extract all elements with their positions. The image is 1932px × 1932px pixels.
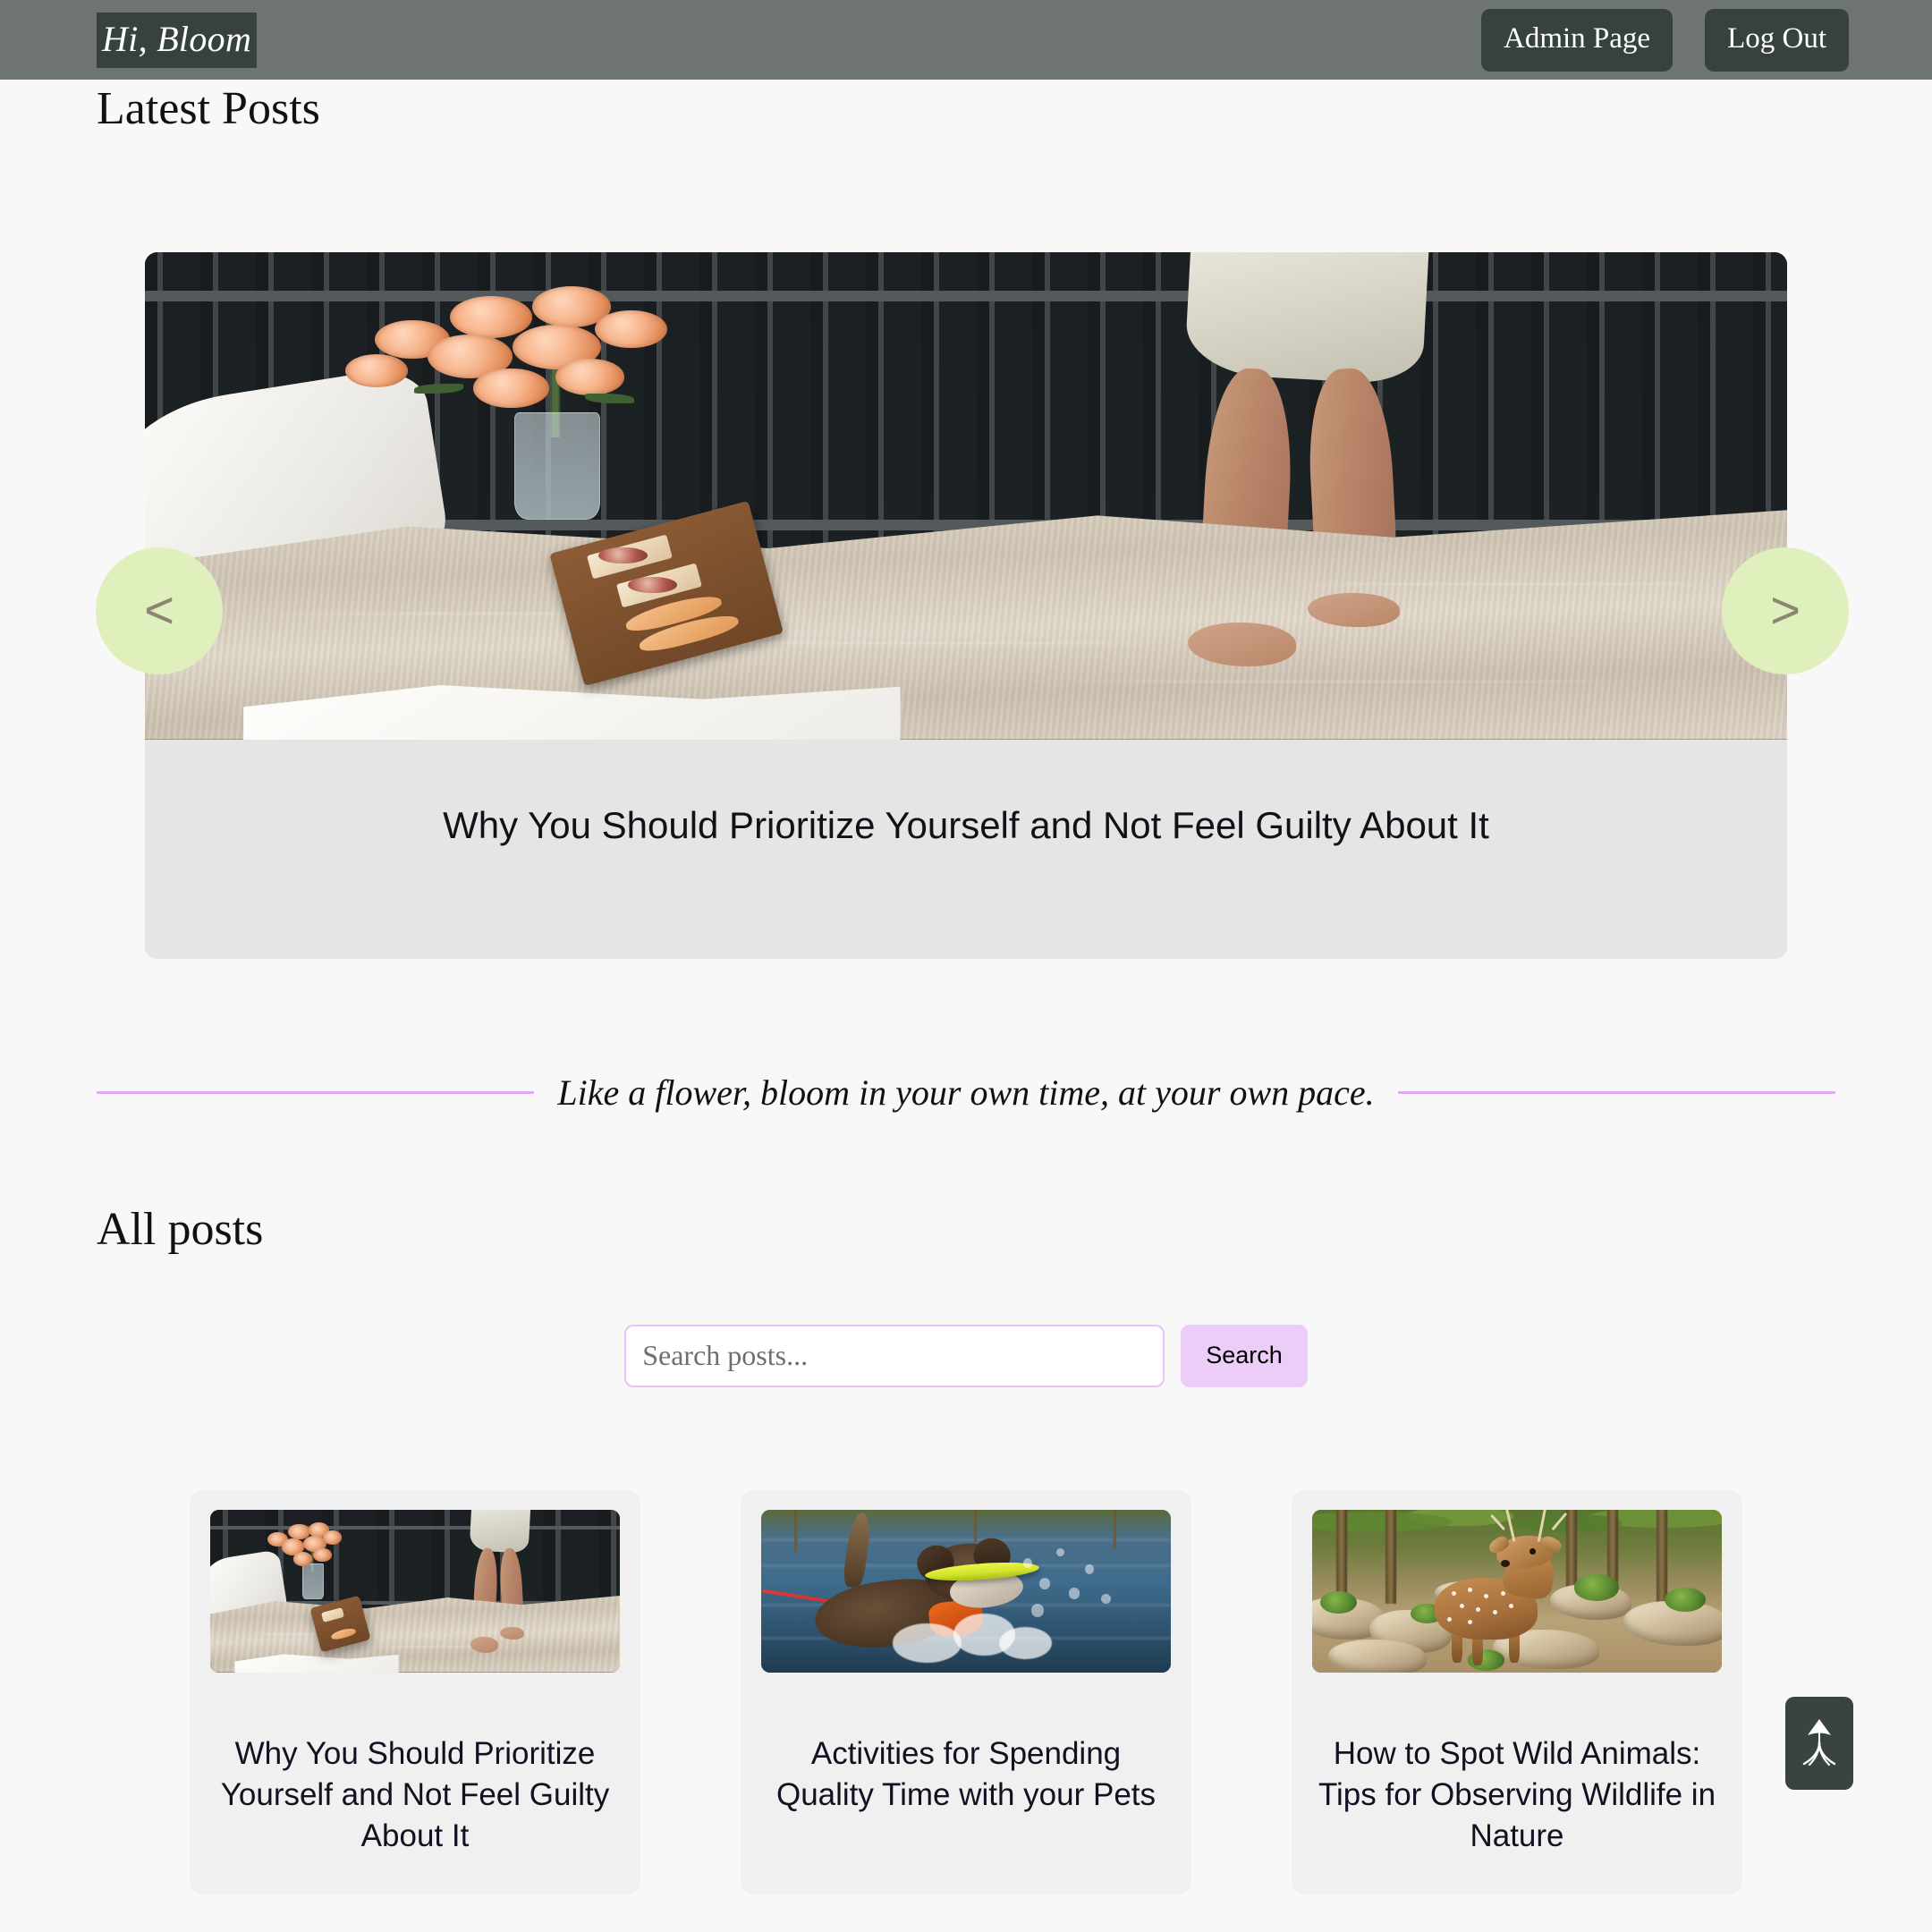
balcony-breakfast-thumb xyxy=(210,1509,620,1673)
spray-2 xyxy=(1039,1578,1051,1589)
post-card-title: How to Spot Wild Animals: Tips for Obser… xyxy=(1318,1735,1716,1853)
glass-vase xyxy=(514,412,600,521)
featured-post-title: Why You Should Prioritize Yourself and N… xyxy=(443,804,1489,847)
post-card-title: Activities for Spending Quality Time wit… xyxy=(775,1735,1157,1812)
splash-1 xyxy=(892,1623,962,1663)
tagline-quote: Like a flower, bloom in your own time, a… xyxy=(557,1072,1375,1113)
dress-hem xyxy=(1183,251,1430,386)
log-out-button[interactable]: Log Out xyxy=(1705,8,1849,72)
top-navigation-bar: Hi, Bloom Admin Page Log Out xyxy=(0,0,1932,80)
rose-7 xyxy=(292,1551,313,1566)
fig-slice-2 xyxy=(627,576,677,594)
post-card-self-care[interactable]: Why You Should Prioritize Yourself and N… xyxy=(190,1489,640,1894)
deer-nose xyxy=(1500,1560,1510,1567)
search-button[interactable]: Search xyxy=(1181,1324,1308,1387)
rock-7 xyxy=(1328,1640,1428,1673)
tree-trunk-5 xyxy=(1656,1509,1667,1605)
rose-8 xyxy=(313,1548,332,1562)
tree-trunk-2 xyxy=(1385,1509,1397,1605)
post-search-form: Search xyxy=(0,1324,1932,1387)
post-card-pets[interactable]: Activities for Spending Quality Time wit… xyxy=(741,1489,1191,1894)
balcony-breakfast-photo xyxy=(145,251,1787,740)
featured-post-image xyxy=(145,251,1787,740)
dog-in-water-photo xyxy=(761,1509,1171,1673)
all-posts-heading: All posts xyxy=(97,1203,264,1255)
rail-bar-top xyxy=(145,291,1787,302)
spray-7 xyxy=(1101,1594,1112,1605)
deer-spot-2 xyxy=(1468,1587,1473,1592)
rose-6 xyxy=(595,309,667,349)
tree-trunk-1 xyxy=(1336,1509,1348,1605)
deer-spot-8 xyxy=(1508,1604,1513,1609)
post-thumbnail-self-care xyxy=(210,1509,620,1673)
rose-8 xyxy=(555,359,625,395)
foot-left xyxy=(470,1636,498,1653)
splash-3 xyxy=(998,1626,1053,1660)
quote-rule-right xyxy=(1397,1090,1836,1094)
carousel-prev-button[interactable]: < xyxy=(96,547,223,674)
deer-spot-5 xyxy=(1459,1604,1464,1609)
scroll-to-top-button[interactable] xyxy=(1785,1697,1853,1790)
deer-spot-9 xyxy=(1447,1616,1453,1622)
rail-bar-top xyxy=(210,1525,620,1530)
bush-4 xyxy=(1664,1587,1706,1613)
deer-spot-1 xyxy=(1451,1590,1456,1596)
post-card-title: Why You Should Prioritize Yourself and N… xyxy=(220,1735,610,1853)
reed-1 xyxy=(793,1509,797,1552)
carousel-next-button[interactable]: > xyxy=(1722,547,1849,674)
bush-3 xyxy=(1574,1574,1620,1601)
site-brand-greeting: Hi, Bloom xyxy=(97,12,258,68)
featured-carousel: < Why You Should Prioritize Yourself and… xyxy=(0,197,1932,959)
scroll-to-top-arrow-icon xyxy=(1801,1716,1838,1772)
foot-right xyxy=(500,1626,524,1640)
rose-7 xyxy=(473,369,549,408)
bush-1 xyxy=(1320,1590,1358,1614)
quote-divider: Like a flower, bloom in your own time, a… xyxy=(0,1072,1932,1114)
spray-5 xyxy=(1084,1564,1094,1575)
latest-posts-heading: Latest Posts xyxy=(97,83,320,134)
spray-6 xyxy=(1031,1604,1044,1617)
featured-post-caption: Why You Should Prioritize Yourself and N… xyxy=(145,739,1787,959)
dog-tail xyxy=(842,1512,873,1589)
spotted-deer-photo xyxy=(1312,1509,1722,1673)
deer-spot-6 xyxy=(1476,1606,1481,1612)
post-thumbnail-pets xyxy=(761,1509,1171,1673)
glass-vase xyxy=(302,1563,324,1599)
deer-spot-4 xyxy=(1500,1590,1505,1596)
featured-post-card[interactable]: Why You Should Prioritize Yourself and N… xyxy=(145,251,1787,959)
spray-3 xyxy=(1055,1548,1064,1557)
deer-eye xyxy=(1529,1548,1536,1555)
rose-6 xyxy=(323,1530,343,1545)
post-card-wildlife[interactable]: How to Spot Wild Animals: Tips for Obser… xyxy=(1292,1489,1742,1894)
dress-hem xyxy=(469,1509,531,1554)
admin-page-button[interactable]: Admin Page xyxy=(1481,8,1674,72)
quote-rule-left xyxy=(97,1090,535,1094)
waterline-1 xyxy=(761,1538,1171,1542)
post-card-grid: Why You Should Prioritize Yourself and N… xyxy=(0,1489,1932,1894)
rose-9 xyxy=(344,354,408,388)
search-input[interactable] xyxy=(624,1324,1165,1387)
spray-4 xyxy=(1068,1587,1080,1599)
nav-actions: Admin Page Log Out xyxy=(1481,8,1849,72)
rose-2 xyxy=(450,295,533,338)
reed-2 xyxy=(974,1509,978,1542)
post-thumbnail-wildlife xyxy=(1312,1509,1722,1673)
reed-3 xyxy=(1113,1509,1116,1549)
